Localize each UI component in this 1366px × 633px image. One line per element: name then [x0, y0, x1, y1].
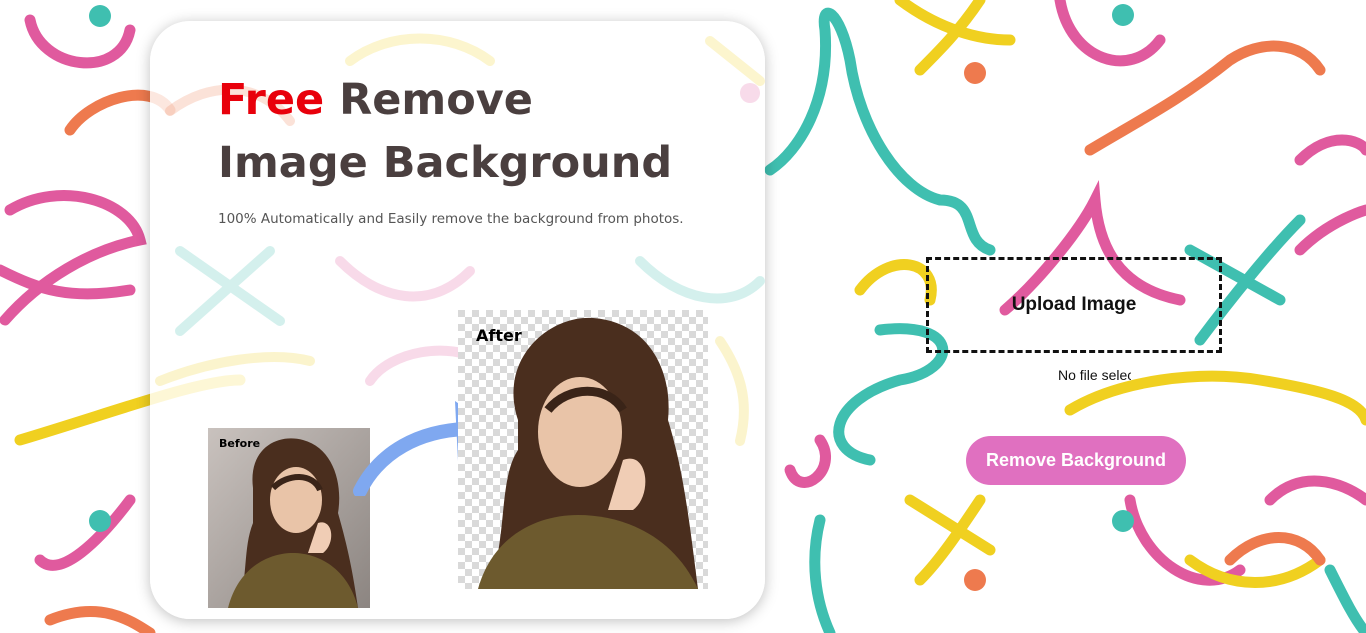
- after-label: After: [476, 326, 522, 345]
- page: Free Remove Image Background 100% Automa…: [0, 0, 1366, 633]
- upload-image-label: Upload Image: [1011, 294, 1137, 315]
- before-image: [208, 428, 370, 608]
- page-title: Free Remove Image Background: [218, 69, 672, 195]
- hero-card: Free Remove Image Background 100% Automa…: [150, 21, 765, 619]
- before-label: Before: [219, 437, 261, 450]
- remove-background-button[interactable]: Remove Background: [966, 436, 1186, 485]
- file-status-text: No file selected.: [1058, 367, 1131, 383]
- title-line2: Image Background: [218, 138, 673, 188]
- page-subtitle: 100% Automatically and Easily remove the…: [218, 211, 684, 227]
- upload-image-button[interactable]: Upload Image: [926, 257, 1222, 353]
- after-image: [458, 310, 708, 589]
- title-line1-rest: Remove: [324, 75, 533, 125]
- title-accent: Free: [218, 75, 325, 125]
